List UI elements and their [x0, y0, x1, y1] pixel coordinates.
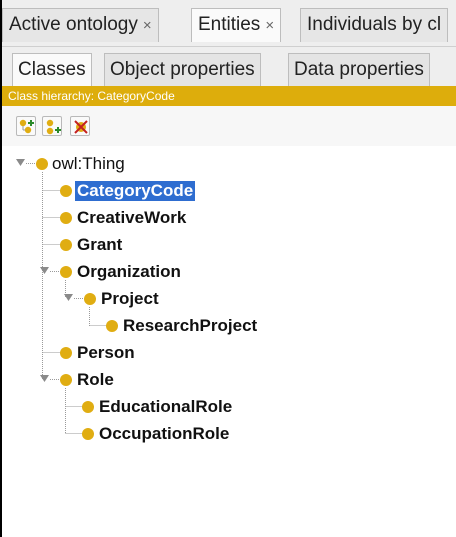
- class-hierarchy-header: Class hierarchy: CategoryCode: [2, 86, 456, 106]
- add-subclass-icon: [19, 119, 34, 134]
- class-icon: [82, 428, 94, 440]
- expand-arrow-icon[interactable]: [64, 293, 74, 303]
- class-icon: [106, 320, 118, 332]
- tree-node-label: ResearchProject: [123, 316, 258, 335]
- workspace-tab-bar: Active ontology × Entities × Individuals b…: [2, 0, 456, 46]
- expand-arrow-icon[interactable]: [40, 374, 50, 384]
- add-sibling-icon: [46, 119, 61, 135]
- tree-node-educationalrole[interactable]: EducationalRole: [82, 396, 302, 418]
- class-icon: [84, 293, 96, 305]
- tree-node-person[interactable]: Person: [60, 342, 260, 364]
- tree-node-label: Grant: [77, 235, 123, 254]
- tree-node-label: Project: [101, 289, 159, 308]
- tab-individuals-by-class[interactable]: Individuals by cl: [300, 8, 449, 42]
- class-icon: [60, 347, 72, 359]
- tab-label: Individuals by cl: [307, 14, 442, 35]
- tree-node-label: Organization: [77, 262, 181, 281]
- class-icon: [60, 266, 72, 278]
- tree-node-label: Person: [77, 343, 135, 362]
- tree-node-label: CreativeWork: [77, 208, 187, 227]
- class-icon: [60, 374, 72, 386]
- tree-node-grant[interactable]: Grant: [60, 234, 260, 256]
- delete-class-icon: [74, 120, 88, 134]
- tab-label: Object properties: [110, 59, 255, 80]
- tab-entities[interactable]: Entities ×: [191, 8, 282, 42]
- tree-node-label: EducationalRole: [99, 397, 233, 416]
- add-subclass-button[interactable]: [16, 116, 36, 136]
- class-hierarchy-tree: owl:Thing CategoryCode CreativeWork Gran…: [2, 146, 456, 537]
- class-icon: [36, 158, 48, 170]
- tree-node-creativework[interactable]: CreativeWork: [60, 207, 260, 229]
- expand-arrow-icon[interactable]: [16, 158, 26, 168]
- class-icon: [60, 212, 72, 224]
- tab-active-ontology[interactable]: Active ontology ×: [2, 8, 159, 42]
- tree-node-label: owl:Thing: [52, 154, 125, 173]
- tree-node-researchproject[interactable]: ResearchProject: [106, 315, 326, 337]
- tree-node-occupationrole[interactable]: OccupationRole: [82, 423, 302, 445]
- tab-data-properties[interactable]: Data properties: [288, 53, 430, 87]
- add-sibling-button[interactable]: [42, 116, 62, 136]
- tab-label: Active ontology: [9, 14, 138, 35]
- class-icon: [82, 401, 94, 413]
- expand-arrow-icon[interactable]: [40, 266, 50, 276]
- tab-object-properties[interactable]: Object properties: [104, 53, 261, 87]
- tree-node-owl-thing[interactable]: owl:Thing: [36, 153, 236, 175]
- tree-node-label: CategoryCode: [75, 181, 196, 201]
- class-icon: [60, 185, 72, 197]
- tree-node-project[interactable]: Project: [84, 288, 284, 310]
- entity-tab-bar: Classes Object properties Data propertie…: [2, 46, 456, 87]
- tree-node-label: Role: [77, 370, 114, 389]
- close-icon[interactable]: ×: [265, 17, 274, 34]
- tab-classes[interactable]: Classes: [12, 53, 92, 87]
- tree-node-label: OccupationRole: [99, 424, 230, 443]
- hierarchy-toolbar: [2, 106, 456, 147]
- close-icon[interactable]: ×: [143, 17, 152, 34]
- tab-label: Entities: [198, 14, 261, 35]
- class-icon: [60, 239, 72, 251]
- tree-node-organization[interactable]: Organization: [60, 261, 260, 283]
- delete-class-button[interactable]: [70, 116, 90, 136]
- tree-node-categorycode[interactable]: CategoryCode: [60, 180, 260, 202]
- tab-label: Data properties: [294, 59, 424, 80]
- tab-label: Classes: [18, 59, 86, 80]
- tree-node-role[interactable]: Role: [60, 369, 260, 391]
